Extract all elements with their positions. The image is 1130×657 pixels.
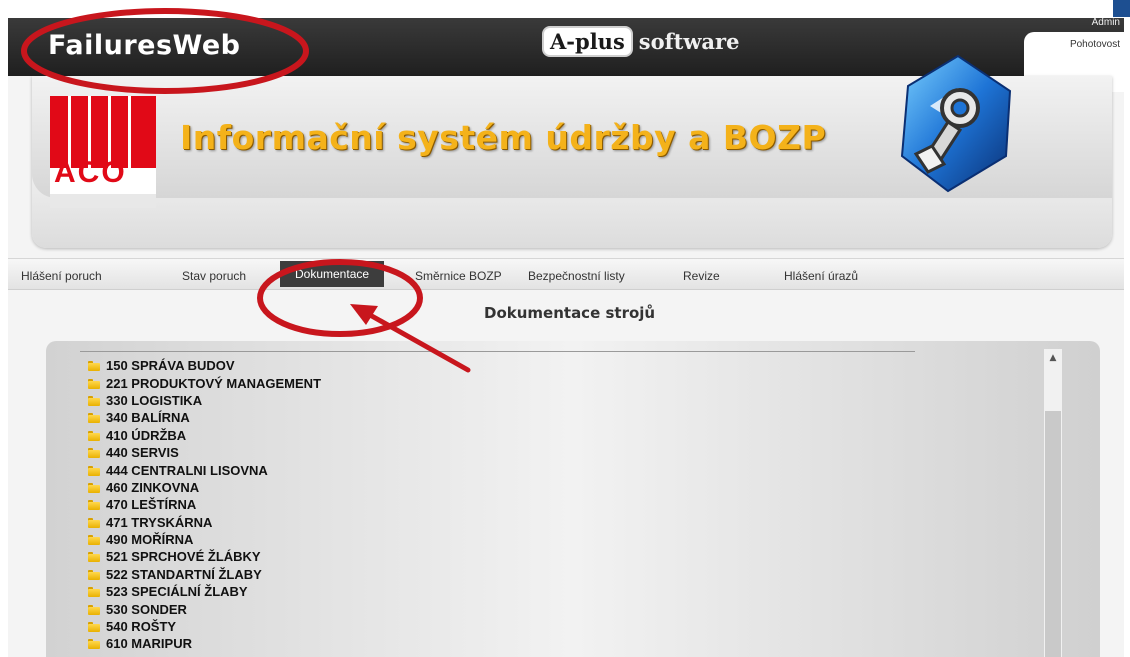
tree-item[interactable]: 340 BALÍRNA [88, 409, 321, 426]
tree-item[interactable]: 521 SPRCHOVÉ ŽLÁBKY [88, 548, 321, 565]
page-title: Dokumentace strojů [484, 304, 656, 322]
nav-item-injury-report[interactable]: Hlášení úrazů [784, 265, 858, 287]
aco-logo-lower: ACO [50, 156, 156, 194]
tree-item-label: 490 MOŘÍRNA [106, 532, 194, 548]
tree-item[interactable]: 221 PRODUKTOVÝ MANAGEMENT [88, 374, 321, 391]
nav-item-failure-report[interactable]: Hlášení poruch [21, 265, 102, 287]
folder-icon [88, 604, 100, 615]
aco-logo-text: ACO [54, 156, 127, 189]
folder-icon [88, 569, 100, 580]
main-nav: Hlášení poruch Stav poruch Dokumentace S… [8, 258, 1124, 290]
nav-item-documentation[interactable]: Dokumentace [280, 261, 385, 287]
folder-icon [88, 499, 100, 511]
tree-item[interactable]: 530 SONDER [88, 600, 321, 617]
nav-item-inspections[interactable]: Revize [683, 265, 720, 287]
tree-item[interactable]: 522 STANDARTNÍ ŽLABY [88, 566, 321, 583]
tree-item[interactable]: 444 CENTRALNI LISOVNA [88, 461, 321, 478]
folder-icon [88, 447, 100, 459]
tree-item-label: 610 MARIPUR [106, 636, 192, 652]
nav-item-safety-sheets[interactable]: Bezpečnostní listy [528, 265, 625, 287]
tree-item-label: 470 LEŠTÍRNA [106, 497, 197, 513]
tree-item-label: 522 STANDARTNÍ ŽLABY [106, 566, 262, 582]
tree-item-label: 530 SONDER [106, 601, 187, 617]
tree-item-label: 540 ROŠTY [106, 619, 177, 635]
app-window: FailuresWeb A-plus software Admin Pohoto… [8, 18, 1124, 657]
admin-link[interactable]: Admin [1024, 18, 1120, 34]
folder-icon [88, 621, 100, 633]
tree-item[interactable]: 440 SERVIS [88, 444, 321, 461]
tree-item[interactable]: 150 SPRÁVA BUDOV [88, 357, 321, 374]
system-headline: Informační systém údržby a BOZP [180, 118, 827, 157]
tree-item-label: 340 BALÍRNA [106, 410, 190, 426]
tree-item[interactable]: 410 ÚDRŽBA [88, 427, 321, 444]
folder-icon [88, 465, 100, 476]
tree-item[interactable]: 460 ZINKOVNA [88, 479, 321, 496]
tree-item-label: 521 SPRCHOVÉ ŽLÁBKY [106, 549, 261, 565]
vendor-logo-box: A-plus [542, 26, 633, 57]
scroll-up-arrow-icon[interactable]: ▲ [1044, 349, 1062, 367]
folder-icon [88, 430, 100, 441]
tree-item[interactable]: 471 TRYSKÁRNA [88, 514, 321, 531]
tree-item-label: 523 SPECIÁLNÍ ŽLABY [106, 584, 248, 600]
tree-scrollbar[interactable]: ▲ [1044, 349, 1062, 657]
folder-icon [88, 586, 100, 598]
folder-icon [88, 551, 100, 563]
window-corner [1113, 0, 1130, 17]
tree-item-label: 150 SPRÁVA BUDOV [106, 358, 235, 374]
folder-icon [88, 360, 100, 372]
folder-icon [88, 638, 100, 650]
wrench-logo-icon [900, 54, 1012, 193]
app-title: FailuresWeb [48, 30, 241, 61]
folder-icon [88, 378, 100, 389]
folder-icon [88, 517, 100, 528]
folder-icon [88, 412, 100, 424]
tree-item[interactable]: 540 ROŠTY [88, 618, 321, 635]
folder-icon [88, 395, 100, 406]
folder-icon [88, 482, 100, 493]
tree-item-label: 440 SERVIS [106, 445, 179, 461]
tree-item[interactable]: 523 SPECIÁLNÍ ŽLABY [88, 583, 321, 600]
aco-logo-stripe [128, 96, 131, 168]
folder-icon [88, 534, 100, 546]
tree-item-label: 460 ZINKOVNA [106, 479, 200, 495]
tree-item[interactable]: 330 LOGISTIKA [88, 392, 321, 409]
nav-item-failure-status[interactable]: Stav poruch [182, 265, 246, 287]
standby-link[interactable]: Pohotovost [1024, 34, 1120, 56]
tree-divider [80, 351, 915, 352]
tree-item-label: 330 LOGISTIKA [106, 392, 203, 408]
tree-item[interactable]: 490 MOŘÍRNA [88, 531, 321, 548]
nav-item-bozp-guidelines[interactable]: Směrnice BOZP [415, 265, 502, 287]
tree-item-label: 221 PRODUKTOVÝ MANAGEMENT [106, 375, 322, 391]
vendor-logo: A-plus software [542, 26, 739, 57]
scroll-thumb[interactable] [1045, 411, 1061, 657]
tree-item-label: 444 CENTRALNI LISOVNA [106, 462, 268, 478]
tree-item[interactable]: 470 LEŠTÍRNA [88, 496, 321, 513]
department-tree: 150 SPRÁVA BUDOV 221 PRODUKTOVÝ MANAGEME… [88, 357, 321, 653]
tree-item-label: 410 ÚDRŽBA [106, 427, 187, 443]
vendor-logo-word: software [638, 29, 740, 54]
tree-item-label: 471 TRYSKÁRNA [106, 514, 213, 530]
tree-item[interactable]: 610 MARIPUR [88, 635, 321, 652]
user-menu: Admin Pohotovost [1024, 18, 1120, 56]
